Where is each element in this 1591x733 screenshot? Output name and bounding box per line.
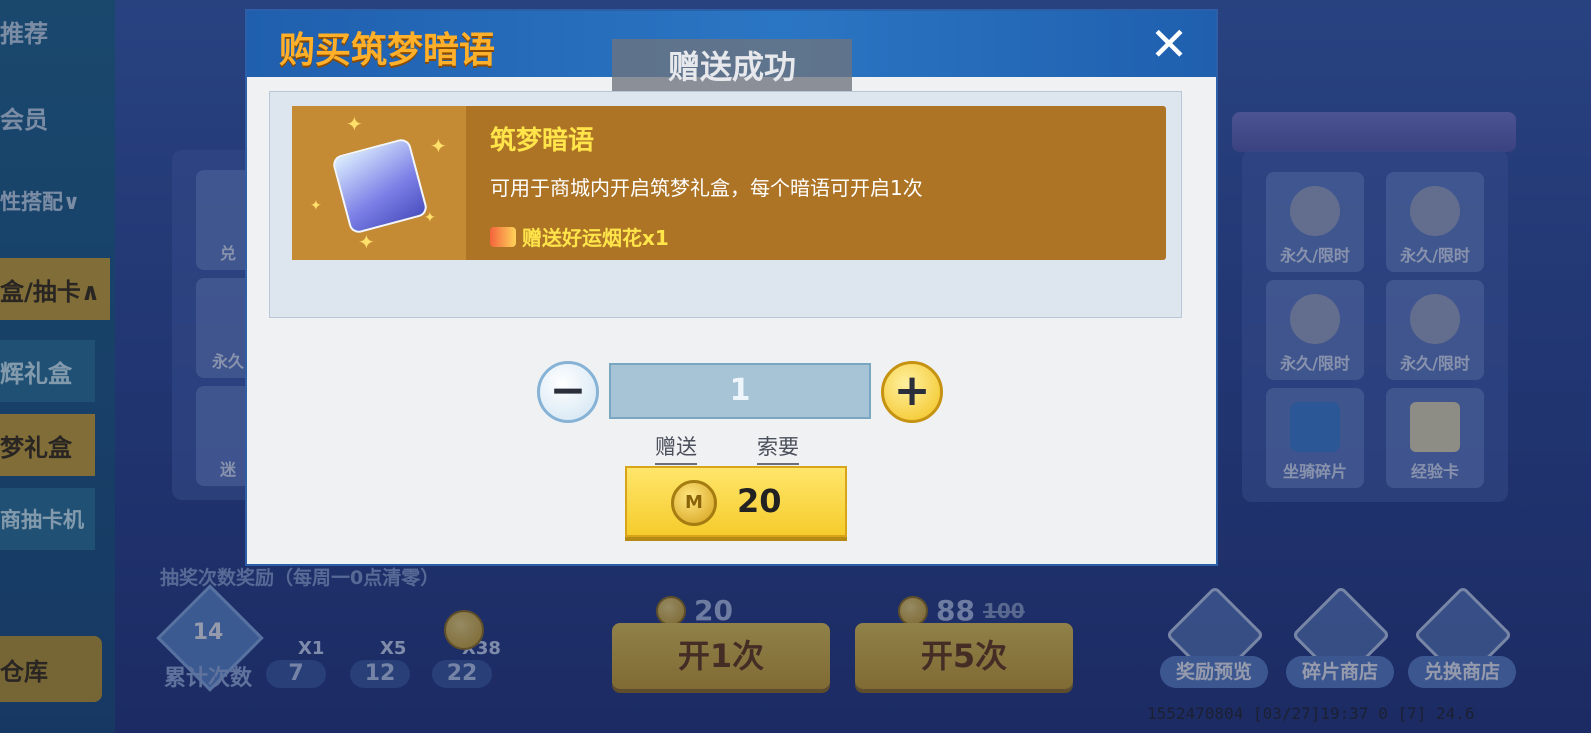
increase-quantity-button[interactable]: + (881, 361, 943, 423)
sparkle-icon: ✦ (346, 112, 363, 136)
firework-icon (490, 226, 516, 247)
sparkle-icon: ✦ (430, 134, 447, 158)
bonus-label: 赠送好运烟花x1 (522, 226, 669, 250)
item-thumbnail: ✦ ✦ ✦ ✦ ✦ (292, 106, 466, 260)
item-info-panel: ✦ ✦ ✦ ✦ ✦ 筑梦暗语 可用于商城内开启筑梦礼盒，每个暗语可开启1次 赠送… (269, 91, 1182, 318)
sparkle-icon: ✦ (310, 198, 322, 214)
coin-icon: M (671, 480, 717, 526)
modal-title: 购买筑梦暗语 (279, 30, 496, 71)
item-bonus: 赠送好运烟花x1 (490, 222, 669, 251)
request-link[interactable]: 索要 (757, 431, 799, 465)
sparkle-icon: ✦ (358, 230, 375, 254)
quantity-input[interactable]: 1 (609, 363, 871, 419)
decrease-quantity-button[interactable]: − (537, 361, 599, 423)
gift-link[interactable]: 赠送 (655, 431, 697, 465)
close-icon[interactable]: ✕ (1146, 21, 1192, 67)
purchase-modal: 购买筑梦暗语 ✕ 赠送成功 ✦ ✦ ✦ ✦ ✦ 筑梦暗语 可用于商城内开启筑梦礼… (247, 11, 1216, 564)
item-card: ✦ ✦ ✦ ✦ ✦ 筑梦暗语 可用于商城内开启筑梦礼盒，每个暗语可开启1次 赠送… (292, 106, 1166, 260)
buy-price: 20 (737, 482, 782, 520)
sparkle-icon: ✦ (424, 210, 436, 226)
toast-message: 赠送成功 (612, 39, 852, 95)
dream-whisper-icon (331, 137, 429, 235)
item-description: 可用于商城内开启筑梦礼盒，每个暗语可开启1次 (490, 176, 923, 200)
buy-button[interactable]: M 20 (625, 466, 847, 537)
item-name: 筑梦暗语 (490, 126, 595, 156)
